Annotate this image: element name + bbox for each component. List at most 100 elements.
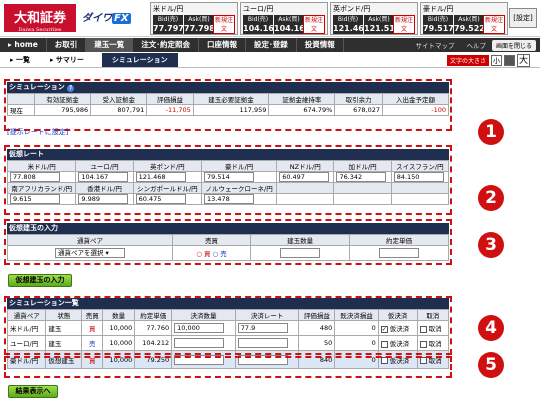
rate-header [333, 182, 392, 194]
subnav-list[interactable]: ▸ 一覧 [0, 55, 40, 65]
rate-input[interactable]: 9.615 [10, 194, 60, 204]
nav-orders[interactable]: 注文･約定照会 [133, 38, 200, 52]
ticker-0: 米ドル/円 Bid(売) 77.797 Ask(買) 77.798 新規注文 [150, 2, 238, 35]
ticker-quotes: Bid(売) 79.517 Ask(買) 79.522 [423, 15, 485, 34]
virtual-position-title: 仮想建玉の入力 [7, 223, 449, 234]
rate-input[interactable]: 104.167 [78, 172, 129, 182]
font-size-small[interactable]: 小 [491, 55, 502, 66]
qty-cell [250, 245, 351, 261]
marker-4: 4 [478, 315, 504, 341]
new-order-button[interactable]: 新規注文 [393, 15, 415, 34]
ticker-name: 英ポンド/円 [333, 5, 371, 13]
rate-input[interactable]: 13.478 [204, 194, 255, 204]
ticker-name: 米ドル/円 [153, 5, 184, 13]
summary-header: 有効証拠金 [33, 93, 92, 105]
home-icon: ▸ [8, 40, 12, 49]
bid-quote[interactable]: Bid(売) 79.517 [423, 15, 454, 34]
new-order-button[interactable]: 新規注文 [483, 15, 505, 34]
new-order-button[interactable]: 新規注文 [213, 15, 235, 34]
summary-header: 受入証拠金 [90, 93, 148, 105]
col-qty: 建玉数量 [250, 234, 351, 246]
main-nav: ▸ home お取引 建玉一覧 注文･約定照会 口座情報 設定･登録 投資情報 … [0, 38, 540, 52]
show-results-button[interactable]: 結果表示へ [8, 385, 58, 398]
rate-input[interactable]: 79.514 [204, 172, 255, 182]
ask-quote[interactable]: Ask(買) 77.798 [184, 15, 215, 34]
nav-info[interactable]: 投資情報 [297, 38, 344, 52]
sub-nav: ▸ 一覧 ▸ サマリー シミュレーション 文字の大きさ 小 中 大 [0, 52, 540, 68]
col-side: 売買 [171, 234, 252, 246]
rate-header: ノルウェークローネ/円 [201, 182, 278, 194]
buy-radio[interactable]: ○ 買 [196, 250, 210, 258]
ask-value: 104.168 [274, 24, 311, 33]
highlight-box-4 [4, 296, 452, 355]
nav-account[interactable]: 口座情報 [199, 38, 247, 52]
sell-radio[interactable]: ○ 売 [213, 250, 227, 258]
summary-header: 証拠金維持率 [268, 93, 336, 105]
pair-select[interactable]: 通貨ペアを選択 ▾ [54, 248, 125, 258]
add-virtual-position-button[interactable]: 仮想建玉の入力 [8, 274, 72, 287]
font-size-control: 文字の大きさ 小 中 大 [446, 54, 530, 67]
buy-label: 買 [203, 250, 211, 258]
rate-input[interactable]: 9.989 [78, 194, 129, 204]
col-pair: 通貨ペア [7, 234, 173, 246]
bid-label: Bid(売) [247, 16, 269, 23]
virtual-position-table: 通貨ペア 売買 建玉数量 約定単価 通貨ペアを選択 ▾ ○ 買 ○ 売 [7, 234, 449, 261]
ticker-quotes: Bid(売) 77.797 Ask(買) 77.798 [153, 15, 215, 34]
rate-header: 加ドル/円 [333, 160, 392, 172]
bid-label: Bid(売) [337, 16, 359, 23]
help-link[interactable]: ヘルプ [460, 40, 492, 50]
rate-cell: 60.475 [132, 193, 203, 205]
nav-home[interactable]: ▸ home [0, 38, 47, 52]
qty-input[interactable] [280, 248, 321, 258]
summary-cell: 674.79% [268, 104, 336, 116]
help-icon[interactable]: ? [67, 85, 75, 92]
summary-cell: -100 [382, 104, 449, 116]
summary-cell: 117,959 [192, 104, 270, 116]
font-size-medium[interactable]: 中 [504, 55, 515, 66]
nav-right: サイトマップ ヘルプ 画面を閉じる [409, 39, 540, 51]
ask-quote[interactable]: Ask(買) 79.522 [454, 15, 485, 34]
summary-header [7, 93, 35, 105]
set-rate-link[interactable]: [提示レートに設定] [7, 127, 68, 137]
bid-quote[interactable]: Bid(売) 121.465 [333, 15, 369, 34]
subnav-summary-label: サマリー [55, 55, 84, 64]
settings-button[interactable]: [設定] [509, 8, 537, 28]
ask-quote[interactable]: Ask(買) 104.168 [274, 15, 311, 34]
rate-input[interactable]: 60.475 [135, 194, 186, 204]
bid-quote[interactable]: Bid(売) 77.797 [153, 15, 184, 34]
ask-value: 121.515 [364, 24, 401, 33]
new-order-button[interactable]: 新規注文 [303, 15, 325, 34]
rate-input[interactable]: 84.150 [393, 172, 444, 182]
ask-quote[interactable]: Ask(買) 121.515 [364, 15, 401, 34]
chevron-down-icon: ▾ [105, 249, 109, 257]
ticker-name: 豪ドル/円 [423, 5, 454, 13]
rate-cell: 84.150 [390, 171, 450, 183]
rate-header: 豪ドル/円 [201, 160, 278, 172]
rate-cell: 13.478 [201, 193, 278, 205]
subnav-summary[interactable]: ▸ サマリー [40, 55, 94, 65]
bid-value: 104.164 [243, 24, 280, 33]
summary-cell: -11,705 [146, 104, 194, 116]
rate-header [390, 182, 450, 194]
font-size-large[interactable]: 大 [517, 54, 530, 67]
logo-sub-text: Daiwa Securities [18, 27, 62, 33]
rate-input[interactable]: 76.342 [336, 172, 387, 182]
rate-cell: 9.615 [6, 193, 77, 205]
subnav-list-label: 一覧 [15, 55, 30, 64]
logo-text: 大和証券 [13, 11, 66, 26]
rate-cell: 76.342 [333, 171, 392, 183]
daiwa-logo[interactable]: 大和証券 Daiwa Securities [4, 4, 76, 33]
nav-home-label: home [14, 40, 38, 49]
bid-quote[interactable]: Bid(売) 104.164 [243, 15, 280, 34]
rate-input[interactable]: 121.468 [135, 172, 186, 182]
rate-input[interactable]: 60.497 [279, 172, 330, 182]
nav-settings[interactable]: 設定･登録 [246, 38, 297, 52]
virtual-rate-table: 米ドル/円 ユーロ/円 英ポンド/円 豪ドル/円 NZドル/円 加ドル/円 スイスフラン/円… [6, 160, 450, 205]
subnav-simulation[interactable]: シミュレーション [101, 52, 178, 67]
price-input[interactable] [379, 248, 420, 258]
nav-trade[interactable]: お取引 [47, 38, 87, 52]
nav-positions[interactable]: 建玉一覧 [86, 38, 134, 52]
close-window-button[interactable]: 画面を閉じる [491, 39, 536, 51]
sitemap-link[interactable]: サイトマップ [409, 40, 460, 50]
rate-input[interactable]: 77.808 [10, 172, 60, 182]
